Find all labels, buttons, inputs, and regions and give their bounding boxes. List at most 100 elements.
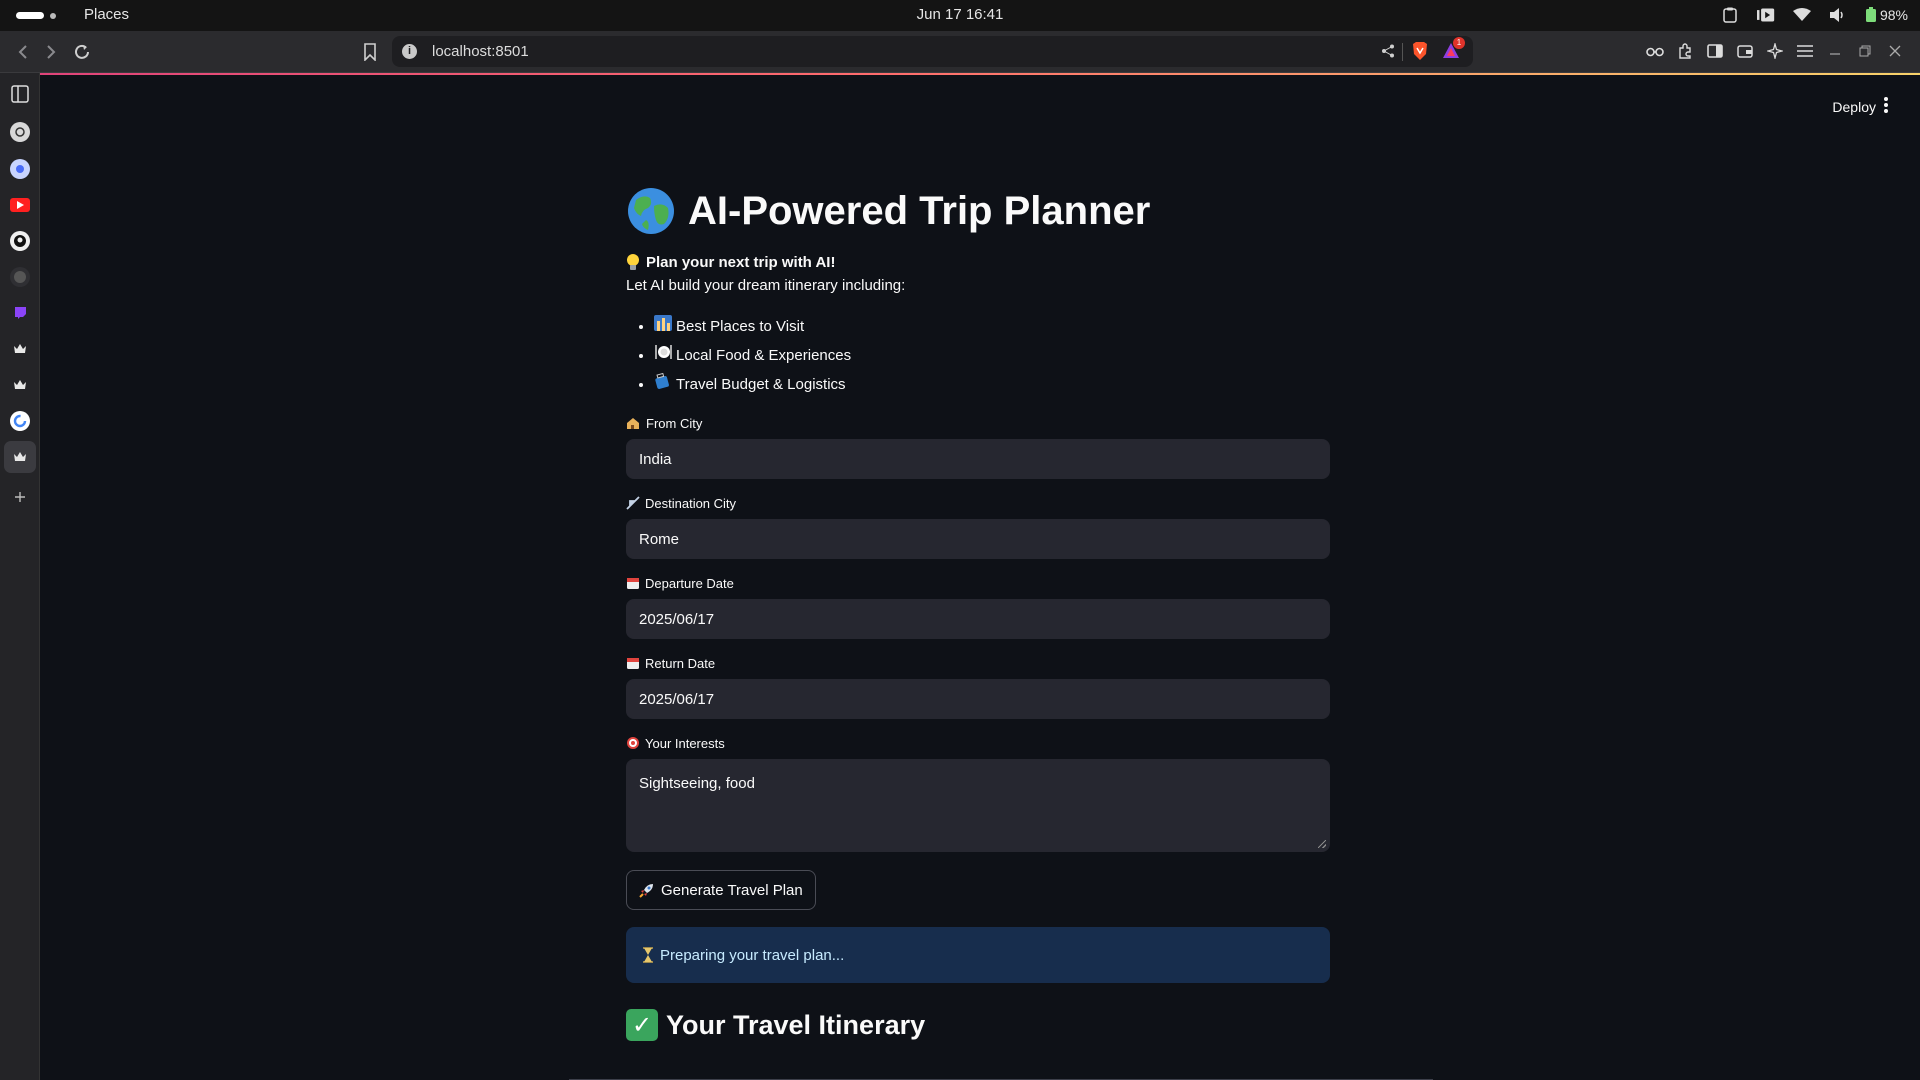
reload-icon xyxy=(75,44,89,59)
clock[interactable]: Jun 17 16:41 xyxy=(917,6,1004,23)
close-icon[interactable] xyxy=(1886,42,1904,60)
interests-label: Your Interests xyxy=(626,733,1330,753)
sidebar-panel-icon[interactable] xyxy=(10,84,30,104)
sidebar-toggle-icon[interactable] xyxy=(1706,42,1724,60)
generate-travel-plan-button[interactable]: Generate Travel Plan xyxy=(626,870,816,910)
workspace-pill xyxy=(16,12,44,19)
globe-icon xyxy=(628,188,674,234)
destination-city-label: Destination City xyxy=(626,493,1330,513)
sidebar-chat-icon[interactable] xyxy=(10,159,30,179)
battery-percent: 98% xyxy=(1879,7,1908,23)
departure-date-label-text: Departure Date xyxy=(645,575,734,591)
reload-button[interactable] xyxy=(71,41,93,63)
calendar-icon xyxy=(627,578,639,589)
feature-food: Local Food & Experiences xyxy=(676,347,852,364)
forward-button[interactable] xyxy=(40,41,62,63)
clipboard-icon[interactable] xyxy=(1721,7,1739,23)
status-message: Preparing your travel plan... xyxy=(660,946,845,964)
destination-city-label-text: Destination City xyxy=(645,495,737,511)
sidebar-youtube-icon[interactable] xyxy=(10,198,30,212)
address-bar[interactable]: i localhost:8501 1 xyxy=(392,36,1473,67)
destination-city-field: Destination City Rome xyxy=(626,493,1330,559)
main-content: AI-Powered Trip Planner Plan your next t… xyxy=(626,185,1330,1041)
target-icon xyxy=(627,737,639,749)
from-city-field: From City India xyxy=(626,413,1330,479)
from-city-label-text: From City xyxy=(646,415,703,431)
destination-city-input[interactable]: Rome xyxy=(626,519,1330,559)
menu-icon[interactable] xyxy=(1796,42,1814,60)
return-date-input[interactable]: 2025/06/17 xyxy=(626,679,1330,719)
subtitle-text: Let AI build your dream itinerary includ… xyxy=(626,277,906,294)
page-title: AI-Powered Trip Planner xyxy=(626,185,1330,237)
interests-value: Sightseeing, food xyxy=(639,775,755,792)
active-app-name[interactable]: Places xyxy=(84,6,129,23)
activities-indicator[interactable] xyxy=(16,12,56,19)
volume-icon[interactable] xyxy=(1829,7,1847,23)
sidebar-crown-icon-active[interactable] xyxy=(10,447,30,467)
generate-button-label: Generate Travel Plan xyxy=(661,881,803,899)
extensions-icon[interactable] xyxy=(1676,42,1694,60)
airplane-icon xyxy=(626,496,640,510)
sidebar-twitch-icon[interactable] xyxy=(10,303,30,323)
departure-date-input[interactable]: 2025/06/17 xyxy=(626,599,1330,639)
sidebar-google-icon[interactable] xyxy=(10,411,30,431)
interests-textarea[interactable]: Sightseeing, food xyxy=(626,759,1330,852)
bookmark-button[interactable] xyxy=(359,41,381,63)
status-info-box: Preparing your travel plan... xyxy=(626,927,1330,983)
page-title-text: AI-Powered Trip Planner xyxy=(688,188,1151,233)
leo-ai-icon[interactable] xyxy=(1766,42,1784,60)
lightbulb-icon xyxy=(627,254,639,270)
return-date-field: Return Date 2025/06/17 xyxy=(626,653,1330,719)
departure-date-label: Departure Date xyxy=(626,573,1330,593)
chevron-left-icon xyxy=(18,45,27,59)
back-button[interactable] xyxy=(12,41,34,63)
main-menu-kebab-icon[interactable] xyxy=(1884,97,1888,113)
streamlit-app: Deploy AI-Powered Trip Planner Plan your… xyxy=(41,75,1920,1080)
interests-field: Your Interests Sightseeing, food xyxy=(626,733,1330,852)
luggage-icon xyxy=(654,370,674,399)
from-city-label: From City xyxy=(626,413,1330,433)
house-icon xyxy=(627,417,639,429)
vpn-icon[interactable] xyxy=(1646,42,1664,60)
url-text[interactable]: localhost:8501 xyxy=(432,43,529,60)
add-panel-icon[interactable] xyxy=(10,487,30,507)
media-player-icon[interactable] xyxy=(1756,7,1775,23)
sidebar-crown-icon[interactable] xyxy=(10,339,30,359)
list-item: Local Food & Experiences xyxy=(654,341,1330,370)
omnibox-divider xyxy=(1402,43,1403,61)
resize-handle-icon[interactable] xyxy=(1318,840,1326,848)
site-info-icon[interactable]: i xyxy=(402,44,417,59)
battery-icon xyxy=(1865,7,1876,22)
sidebar-openai-icon[interactable] xyxy=(10,122,30,142)
cityscape-icon xyxy=(654,312,674,341)
restore-icon[interactable] xyxy=(1856,42,1874,60)
wifi-icon[interactable] xyxy=(1792,7,1811,23)
return-date-label-text: Return Date xyxy=(645,655,716,671)
chevron-right-icon xyxy=(47,45,56,59)
minimize-icon[interactable] xyxy=(1826,42,1844,60)
lead-text: Plan your next trip with AI! xyxy=(626,253,1330,271)
wallet-icon[interactable] xyxy=(1736,42,1754,60)
return-date-label: Return Date xyxy=(626,653,1330,673)
sidebar-github-icon[interactable] xyxy=(10,231,30,251)
rocket-icon xyxy=(639,884,653,898)
calendar-icon xyxy=(627,658,639,669)
deploy-button[interactable]: Deploy xyxy=(1832,99,1876,115)
feature-places: Best Places to Visit xyxy=(676,318,805,335)
browser-sidebar xyxy=(0,73,40,1080)
bookmark-icon xyxy=(364,43,376,61)
battery-indicator[interactable]: 98% xyxy=(1865,7,1908,23)
itinerary-heading-text: Your Travel Itinerary xyxy=(666,1009,926,1040)
from-city-input[interactable]: India xyxy=(626,439,1330,479)
sidebar-github-alt-icon[interactable] xyxy=(10,267,30,287)
itinerary-heading: ✓ Your Travel Itinerary xyxy=(626,1009,1330,1041)
check-mark-icon: ✓ xyxy=(626,1009,658,1041)
system-tray[interactable]: 98% xyxy=(1721,4,1908,26)
share-icon[interactable] xyxy=(1381,44,1395,63)
interests-label-text: Your Interests xyxy=(645,735,725,751)
sidebar-crown-icon-2[interactable] xyxy=(10,375,30,395)
brave-rewards-icon[interactable]: 1 xyxy=(1441,37,1465,61)
brave-shields-icon[interactable] xyxy=(1411,41,1429,61)
browser-toolbar: i localhost:8501 1 xyxy=(0,31,1920,73)
plate-cutlery-icon xyxy=(654,341,674,370)
